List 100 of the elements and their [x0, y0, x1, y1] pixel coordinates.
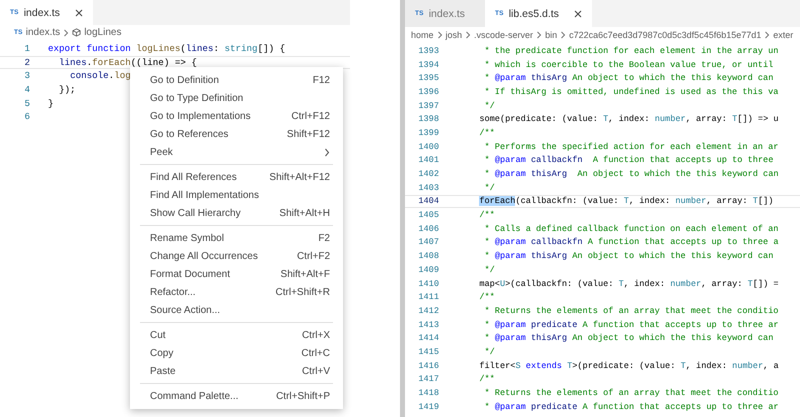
menu-item[interactable]: Go to References Shift+F12 [130, 125, 343, 143]
menu-item[interactable]: Find All References Shift+Alt+F12 [130, 168, 343, 186]
tab-label: index.ts [24, 6, 60, 18]
menu-item-label: Format Document [150, 268, 230, 280]
code-line: */ [483, 100, 495, 111]
close-icon[interactable] [74, 8, 83, 16]
menu-item[interactable]: Copy Ctrl+C [130, 344, 343, 362]
line-number: 1403 [417, 182, 440, 193]
code-line: /** [478, 210, 495, 220]
code-line: * @param predicate A function that accepts up to three ar [483, 402, 779, 412]
code-line: * If thisArg is omitted, undefined is used as the this va [483, 86, 778, 97]
menu-item[interactable]: Paste Ctrl+V [130, 362, 343, 380]
code-line: * Performs the specified action for each element in an ar [483, 142, 778, 152]
chevron-icon [436, 30, 443, 38]
code-line: /** [478, 374, 495, 384]
menu-item[interactable]: Show Call Hierarchy Shift+Alt+H [130, 204, 343, 222]
line-number: 5 [23, 98, 31, 109]
line-number: 1417 [417, 374, 440, 384]
line-number: 1412 [417, 306, 440, 316]
menu-item-label: Find All References [150, 172, 237, 182]
shortcut-label: Ctrl+Shift+P [276, 390, 330, 402]
breadcrumb-item[interactable]: josh [446, 30, 462, 40]
code-line: * @param thisArg An object to which the this keyword can [483, 73, 774, 84]
menu-item-label: Find All Implementations [150, 190, 259, 200]
line-number: 1416 [417, 360, 440, 371]
menu-item[interactable]: Change All Occurrences Ctrl+F2 [130, 247, 343, 265]
menu-item[interactable]: Find All Implementations [130, 186, 343, 204]
menu-item[interactable]: Refactor... Ctrl+Shift+R [130, 283, 343, 301]
menu-item-label: Cut [150, 330, 166, 340]
line-number: 1401 [417, 155, 440, 166]
shortcut-label: Ctrl+F2 [296, 250, 330, 262]
menu-item-label: Go to Definition [150, 74, 219, 86]
line-number: 4 [23, 84, 31, 96]
line-number: 1406 [417, 224, 440, 234]
breadcrumb-item[interactable]: bin [545, 30, 558, 40]
breadcrumb-item[interactable]: c722ca6c7eed3d7987c0d5c3df5c45f6b15e77d1 [569, 30, 762, 40]
code-line: some(predicate: (value: T, index: number, array: T[]) => u [478, 114, 779, 124]
code-line: * Returns the elements of an array that meet the conditio [483, 306, 778, 316]
shortcut-label: Ctrl+X [302, 330, 330, 340]
chevron-icon [63, 28, 70, 36]
breadcrumb-item[interactable]: exter [773, 30, 794, 40]
menu-item-label: Go to References [150, 128, 228, 140]
line-number: 3 [23, 70, 31, 82]
code-line: */ [483, 182, 495, 193]
close-icon[interactable] [574, 10, 582, 18]
shortcut-label: Ctrl+F12 [291, 110, 330, 122]
line-number: 1394 [417, 60, 440, 70]
menu-item-label: Peek [150, 146, 173, 158]
shortcut-label: Shift+Alt+H [279, 208, 330, 218]
menu-item-label: Change All Occurrences [150, 250, 258, 262]
menu-item[interactable]: Source Action... [130, 301, 343, 319]
menu-item[interactable]: Rename Symbol F2 [130, 229, 343, 247]
breadcrumb-item[interactable]: home [411, 30, 434, 40]
line-number: 1399 [417, 128, 440, 138]
line-number: 1400 [417, 142, 440, 152]
line-number: 6 [23, 111, 31, 122]
menu-item-label: Go to Implementations [150, 110, 251, 122]
line-number: 1396 [417, 86, 440, 97]
chevron-icon [536, 30, 542, 38]
line-number: 1413 [417, 320, 440, 330]
line-number: 1398 [417, 114, 440, 124]
breadcrumb-item[interactable]: logLines [84, 27, 122, 38]
menu-item[interactable]: Command Palette... Ctrl+Shift+P [130, 387, 343, 405]
menu-item[interactable]: Go to Type Definition [130, 89, 343, 107]
code-line: */ [483, 346, 495, 357]
tab-label: index.ts [428, 8, 465, 20]
menu-item[interactable]: Peek [130, 143, 343, 161]
code-line: map<U>(callbackfn: (value: T, index: number, array: T[]) = [478, 278, 779, 289]
shortcut-label: Ctrl+V [302, 366, 330, 376]
code-line: * @param thisArg An object to which the this keyword can [483, 169, 779, 180]
code-line: * Calls a defined callback function on each element of an [483, 224, 778, 234]
line-number: 1 [23, 43, 31, 54]
line-number: 1418 [417, 388, 440, 398]
cube-icon [72, 28, 82, 37]
line-number: 1409 [417, 264, 440, 275]
shortcut-label: Shift+F12 [286, 128, 330, 140]
shortcut-label: F12 [312, 74, 330, 86]
chevron-icon [764, 30, 770, 38]
menu-item[interactable]: Format Document Shift+Alt+F [130, 265, 343, 283]
menu-item-label: Copy [150, 348, 174, 358]
shortcut-label: Ctrl+C [301, 348, 330, 358]
code-line: * @param callbackfn A function that accepts up to three [483, 155, 774, 166]
menu-item-label: Paste [150, 366, 176, 376]
line-number: 1405 [417, 210, 440, 220]
menu-item[interactable]: Cut Ctrl+X [130, 326, 343, 344]
line-number: 1393 [417, 46, 440, 56]
breadcrumb-item[interactable]: index.ts [26, 27, 60, 38]
code-line: forEach(callbackfn: (value: T, index: number, array: T[]) [478, 196, 774, 206]
code-line: * @param predicate A function that accepts up to three ar [483, 320, 779, 330]
code-line: * Returns the elements of an array that meet the conditio [483, 388, 778, 398]
line-number: 1395 [417, 73, 440, 84]
code-line: }); [58, 84, 76, 96]
menu-item[interactable]: Go to Definition F12 [130, 71, 343, 89]
menu-item-label: Show Call Hierarchy [150, 208, 241, 218]
line-number: 1414 [417, 333, 440, 344]
menu-item[interactable]: Go to Implementations Ctrl+F12 [130, 107, 343, 125]
code-line: console.log [69, 70, 131, 82]
breadcrumb-item[interactable]: .vscode-server [474, 30, 534, 40]
line-number: 1407 [417, 237, 440, 248]
shortcut-label: F2 [318, 232, 330, 244]
